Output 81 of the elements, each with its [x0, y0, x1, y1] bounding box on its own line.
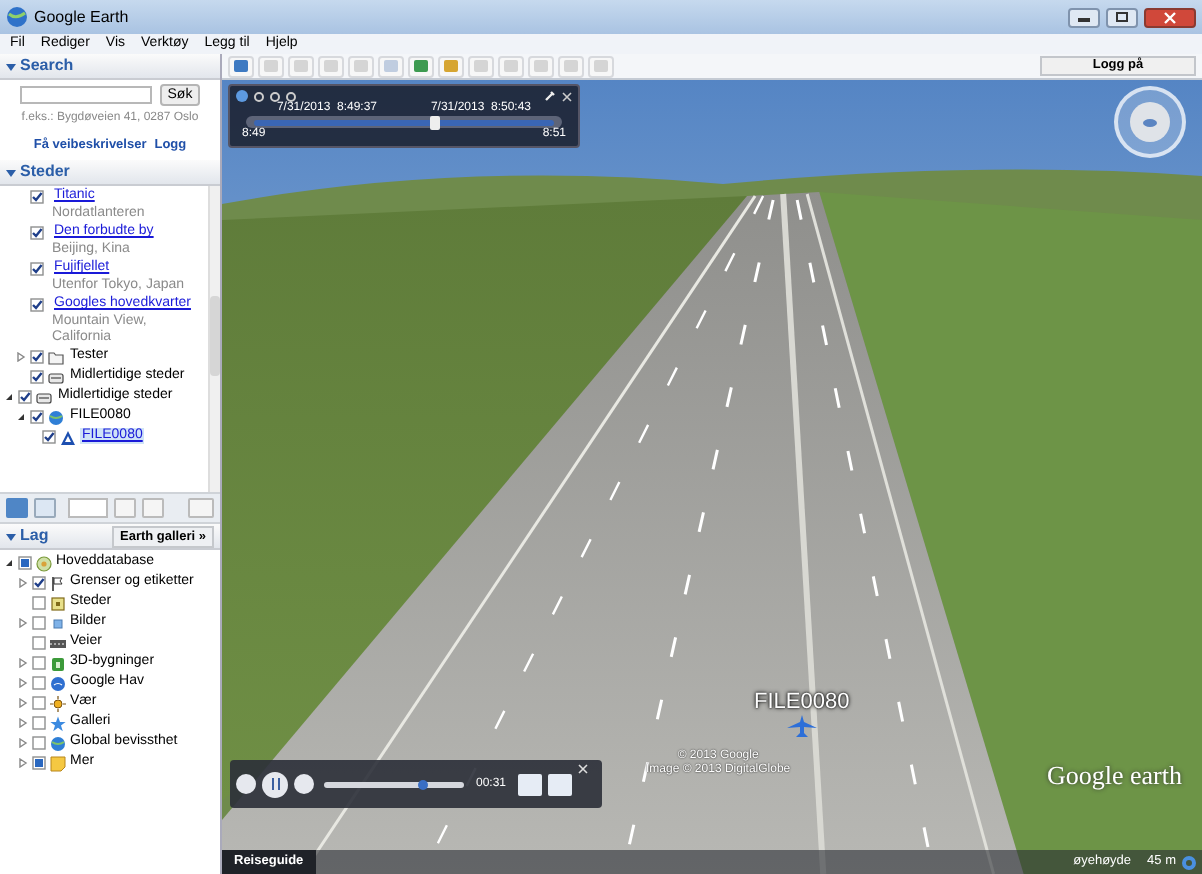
search-field[interactable]	[19, 86, 152, 104]
collapse-arrow-icon[interactable]	[4, 392, 14, 402]
minimize-button[interactable]	[1068, 7, 1100, 27]
star-icon	[50, 715, 66, 731]
tour-progress-thumb[interactable]	[418, 779, 428, 789]
folder-icon	[48, 350, 64, 366]
window-title: Google Earth	[34, 5, 131, 29]
checkbox[interactable]	[32, 576, 46, 590]
collapse-arrow-icon	[6, 531, 16, 541]
expand-arrow-icon[interactable]	[18, 618, 28, 628]
expand-arrow-icon[interactable]	[18, 578, 28, 588]
panel-header[interactable]: Search	[0, 54, 220, 80]
square-icon	[50, 595, 66, 611]
sun-icon	[50, 695, 66, 711]
pause-button[interactable]	[262, 771, 288, 797]
time-slider-thumb[interactable]	[430, 115, 440, 129]
expand-arrow-icon[interactable]	[18, 658, 28, 668]
flag-icon	[50, 575, 66, 591]
checkbox[interactable]	[32, 616, 46, 630]
close-icon[interactable]	[562, 91, 572, 101]
checkbox[interactable]	[18, 556, 32, 570]
app-logo: Google earth	[1046, 758, 1182, 794]
checkbox[interactable]	[32, 636, 46, 650]
collapse-arrow-icon[interactable]	[4, 558, 14, 568]
checkbox[interactable]	[30, 190, 44, 204]
expand-arrow-icon[interactable]	[16, 352, 26, 362]
tour-progress-track[interactable]	[324, 781, 464, 787]
building-icon	[50, 655, 66, 671]
globe-icon	[6, 6, 28, 28]
checkbox[interactable]	[30, 410, 44, 424]
collapse-arrow-icon	[6, 167, 16, 177]
expand-arrow-icon[interactable]	[18, 758, 28, 768]
panel-title: Steder	[20, 160, 72, 184]
expand-arrow-icon[interactable]	[18, 718, 28, 728]
sidebar-toggle-button[interactable]	[228, 55, 254, 77]
checkbox[interactable]	[32, 696, 46, 710]
checkbox[interactable]	[30, 298, 44, 312]
close-icon[interactable]	[578, 764, 589, 774]
input-field[interactable]	[68, 498, 108, 518]
checkbox[interactable]	[32, 756, 46, 770]
checkbox[interactable]	[30, 350, 44, 364]
tray-icon	[48, 370, 64, 386]
scroll-bar[interactable]	[208, 186, 220, 492]
close-icon	[1164, 11, 1176, 23]
triangle-icon	[60, 430, 76, 446]
expand-arrow-icon[interactable]	[18, 738, 28, 748]
wrench-icon[interactable]	[544, 90, 556, 102]
panel-toggle-button[interactable]	[34, 498, 56, 518]
airplane-icon[interactable]	[785, 714, 818, 738]
photo-icon	[50, 615, 66, 631]
tray-icon	[36, 390, 52, 406]
road-icon	[50, 635, 66, 651]
close-button[interactable]	[1144, 7, 1196, 27]
checkbox[interactable]	[32, 716, 46, 730]
time-slider-track[interactable]	[254, 119, 554, 125]
checkbox[interactable]	[32, 736, 46, 750]
database-icon	[36, 555, 52, 571]
collapse-arrow-icon[interactable]	[16, 412, 26, 422]
placemark-label: FILE0080	[754, 692, 850, 714]
checkbox[interactable]	[32, 596, 46, 610]
note-icon	[50, 755, 66, 771]
maximize-button[interactable]	[1106, 7, 1138, 27]
checkbox[interactable]	[32, 656, 46, 670]
globe-icon	[48, 410, 64, 426]
ocean-icon	[50, 675, 66, 691]
checkbox[interactable]	[42, 430, 56, 444]
search-toggle-button[interactable]	[6, 498, 28, 518]
collapse-arrow-icon	[6, 61, 16, 71]
globe-icon	[50, 735, 66, 751]
checkbox[interactable]	[32, 676, 46, 690]
panel-title: Lag	[20, 524, 51, 548]
checkbox[interactable]	[30, 370, 44, 384]
panel-header[interactable]: Steder	[0, 160, 220, 186]
expand-arrow-icon[interactable]	[18, 698, 28, 708]
loading-icon	[1182, 855, 1196, 869]
checkbox[interactable]	[30, 226, 44, 240]
panel-title: Search	[20, 54, 76, 78]
expand-arrow-icon[interactable]	[18, 678, 28, 688]
checkbox[interactable]	[18, 390, 32, 404]
checkbox[interactable]	[30, 262, 44, 276]
navigation-control[interactable]	[1114, 86, 1186, 158]
